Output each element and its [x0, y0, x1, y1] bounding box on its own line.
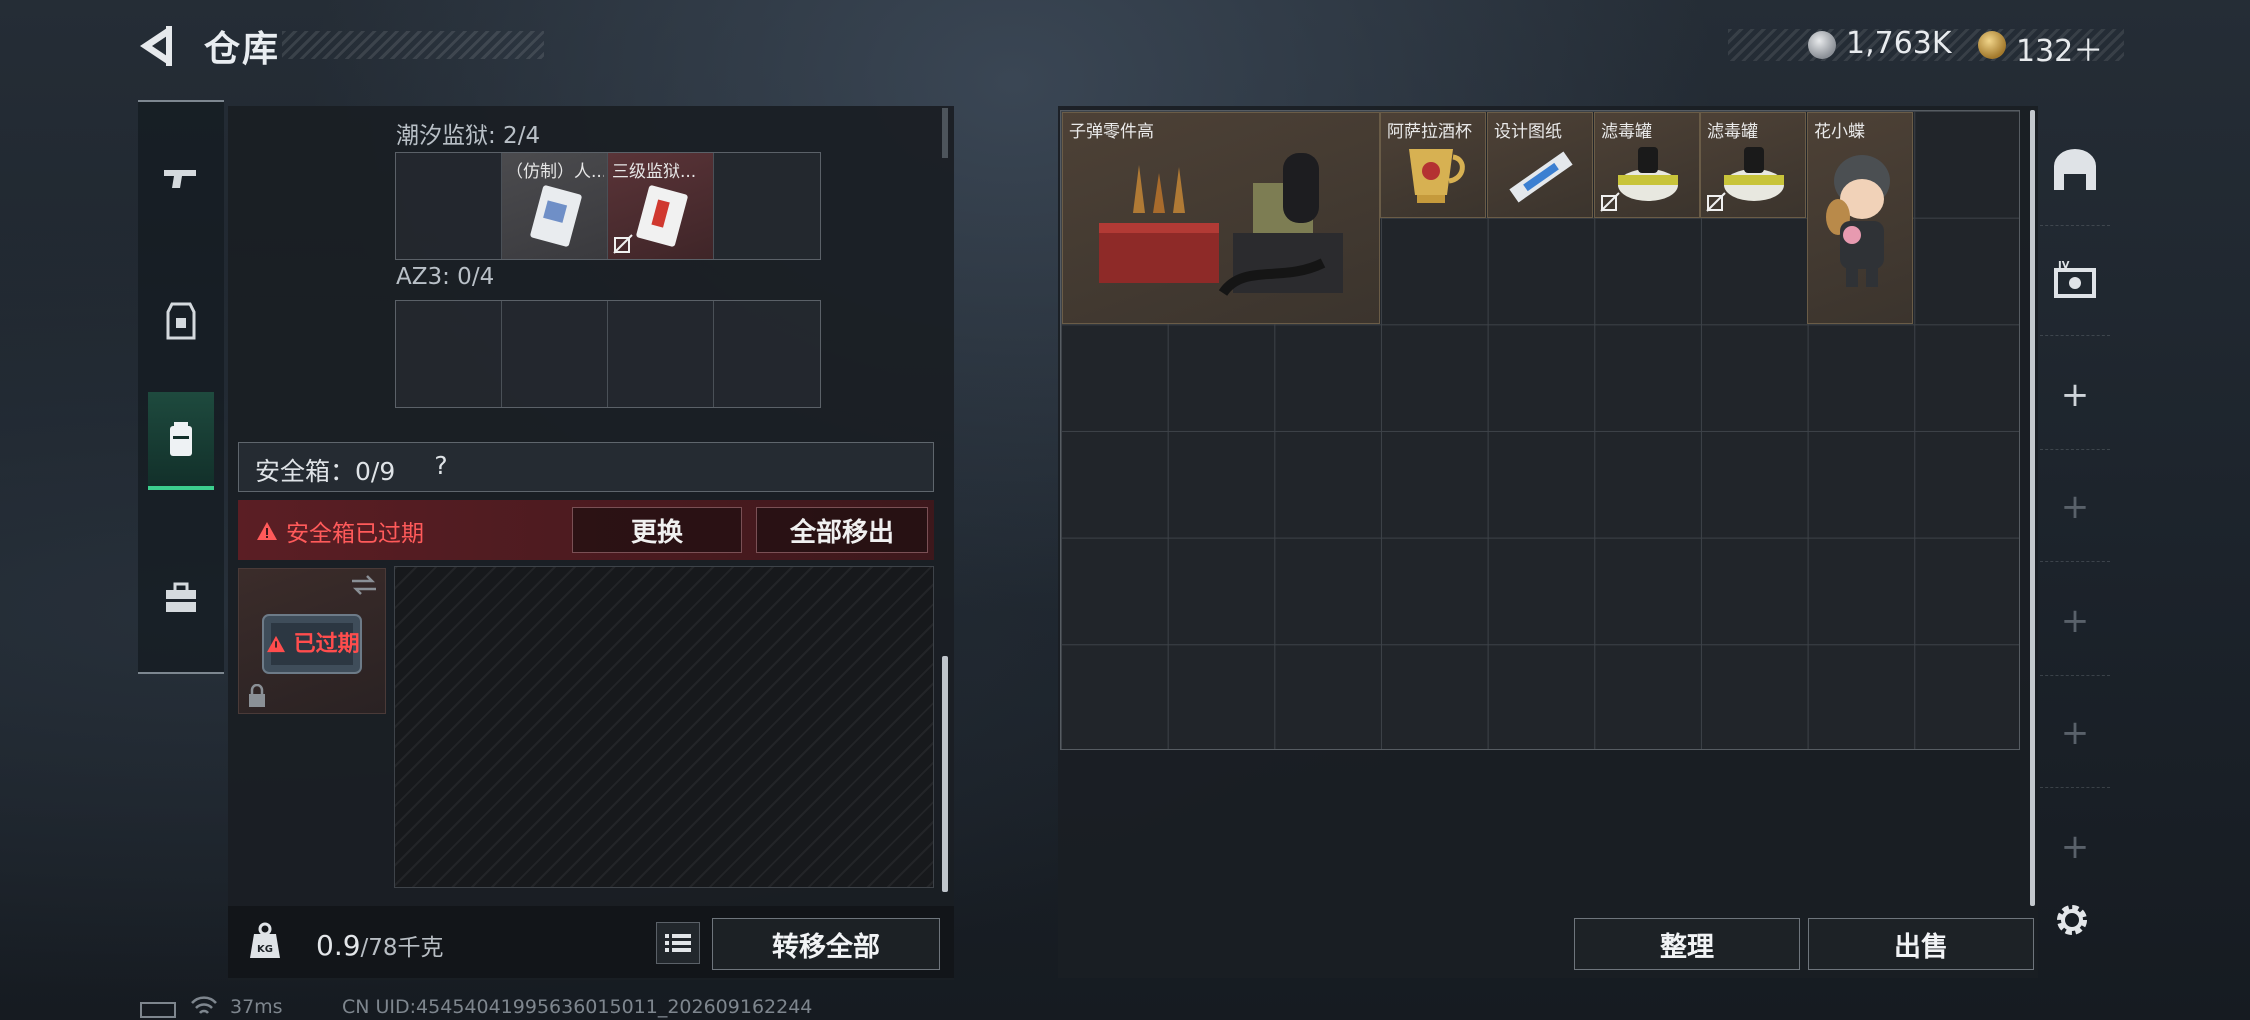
ammo-parts-icon [1099, 153, 1343, 297]
keycard-replica-slot[interactable]: （仿制）人... [502, 153, 608, 259]
pistol-icon [164, 170, 196, 188]
storage-tab-add-2[interactable]: + [2040, 452, 2110, 562]
item-name: 子弹零件高 [1069, 122, 1154, 142]
storage-tab-add-5[interactable]: + [2040, 792, 2110, 902]
list-view-button[interactable] [656, 922, 700, 964]
filter-canister-icon [1724, 147, 1784, 201]
replace-button[interactable]: 更换 [572, 507, 742, 553]
weight-icon: KG [250, 922, 280, 958]
safe-box-grid[interactable] [394, 566, 934, 888]
gold-currency-value[interactable]: 132＋ [2016, 26, 2103, 70]
backpack-icon [170, 422, 192, 456]
svg-text:IV: IV [2058, 260, 2070, 271]
safe-help-button[interactable]: ? [428, 451, 454, 480]
svg-text:KG: KG [257, 944, 273, 955]
warehouse-icon [2054, 148, 2096, 190]
gold-coin-icon [1978, 31, 2006, 59]
item-asala-cup[interactable]: 阿萨拉酒杯 [1380, 112, 1486, 218]
item-ammo-parts[interactable]: 子弹零件高 [1062, 112, 1380, 324]
item-name: （仿制）人... [506, 162, 604, 182]
item-filter-canister-2[interactable]: 滤毒罐 [1700, 112, 1806, 218]
item-flower-butterfly-figure[interactable]: 花小蝶 [1807, 112, 1913, 324]
item-name: 花小蝶 [1814, 122, 1865, 142]
storage-tab-collection[interactable]: IV [2040, 226, 2110, 336]
storage-scrollbar[interactable] [2030, 110, 2035, 906]
item-blueprint[interactable]: 设计图纸 [1487, 112, 1593, 218]
safe-expired-warning: 安全箱已过期 [256, 514, 424, 548]
page-title: 仓库 [204, 29, 281, 70]
not-insured-icon [1600, 192, 1620, 212]
az3-slots [395, 300, 821, 408]
sell-button[interactable]: 出售 [1808, 918, 2034, 970]
slot-empty[interactable] [396, 153, 502, 259]
keycard-icon [636, 185, 688, 247]
item-name: 三级监狱... [612, 162, 697, 182]
section-label-az3: AZ3: 0/4 [396, 264, 495, 290]
storage-tab-add-3[interactable]: + [2040, 566, 2110, 676]
keycard-icon [530, 185, 582, 247]
slot-empty[interactable] [714, 301, 820, 407]
transfer-all-button[interactable]: 转移全部 [712, 918, 940, 970]
list-icon [665, 934, 691, 952]
panel-scroll-track [942, 108, 948, 158]
weight-readout: 0.9/78千克 [316, 928, 444, 962]
safe-expired-label: 已过期 [266, 626, 360, 658]
warning-icon [257, 522, 277, 540]
weight-current: 0.9 [316, 929, 361, 962]
slot-empty[interactable] [714, 153, 820, 259]
plus-icon: + [2060, 486, 2090, 527]
nav-weapon[interactable] [138, 130, 224, 228]
section-label-tide-prison: 潮汐监狱: 2/4 [396, 123, 541, 149]
sort-button[interactable]: 整理 [1574, 918, 1800, 970]
not-insured-icon [613, 234, 633, 254]
plus-icon: + [2060, 827, 2090, 867]
blueprint-icon [1509, 151, 1573, 203]
slot-empty[interactable] [608, 301, 714, 407]
plus-icon: + [2060, 374, 2090, 415]
storage-tab-add-1[interactable]: + [2040, 340, 2110, 450]
back-button[interactable] [136, 22, 180, 70]
settings-gear-icon[interactable] [2052, 900, 2092, 940]
uid-readout: CN UID:45454041995636015011_202609162244 [342, 996, 813, 1018]
left-scrollbar[interactable] [942, 656, 948, 892]
plus-icon: + [2060, 600, 2090, 641]
briefcase-icon [166, 582, 196, 612]
warning-icon [267, 635, 285, 653]
weight-max: /78千克 [360, 935, 444, 961]
nav-backpack[interactable] [148, 392, 214, 490]
storage-tab-main[interactable] [2040, 116, 2110, 226]
silver-currency-value: 1,763K [1846, 26, 1952, 61]
battery-icon [140, 1002, 176, 1018]
tide-prison-slots: （仿制）人... 三级监狱... [395, 152, 821, 260]
item-filter-canister-1[interactable]: 滤毒罐 [1594, 112, 1700, 218]
plus-icon: + [2060, 712, 2090, 753]
slot-empty[interactable] [396, 301, 502, 407]
item-name: 设计图纸 [1494, 122, 1562, 142]
filter-canister-icon [1618, 147, 1678, 201]
vest-icon [166, 302, 196, 340]
silver-coin-icon [1808, 31, 1836, 59]
category-nav [138, 100, 224, 674]
warning-text: 安全箱已过期 [286, 521, 424, 547]
figurine-icon [1826, 155, 1890, 287]
slot-empty[interactable] [502, 301, 608, 407]
not-insured-icon [1706, 192, 1726, 212]
collection-icon: IV [2054, 260, 2096, 298]
nav-case[interactable] [138, 550, 224, 648]
nav-armor[interactable] [138, 272, 224, 370]
golden-cup-icon [1409, 149, 1465, 203]
keycard-tier3-slot[interactable]: 三级监狱... [608, 153, 714, 259]
back-arrow-icon [140, 26, 172, 66]
lock-icon [249, 684, 265, 707]
expired-text: 已过期 [293, 632, 360, 657]
storage-tab-add-4[interactable]: + [2040, 678, 2110, 788]
move-all-out-button[interactable]: 全部移出 [756, 507, 928, 553]
ping-readout: 37ms [230, 996, 283, 1018]
title-decoration [282, 31, 544, 59]
wifi-icon [191, 996, 217, 1014]
safe-box-title: 安全箱：0/9 [255, 457, 396, 486]
swap-icon[interactable] [350, 574, 378, 596]
